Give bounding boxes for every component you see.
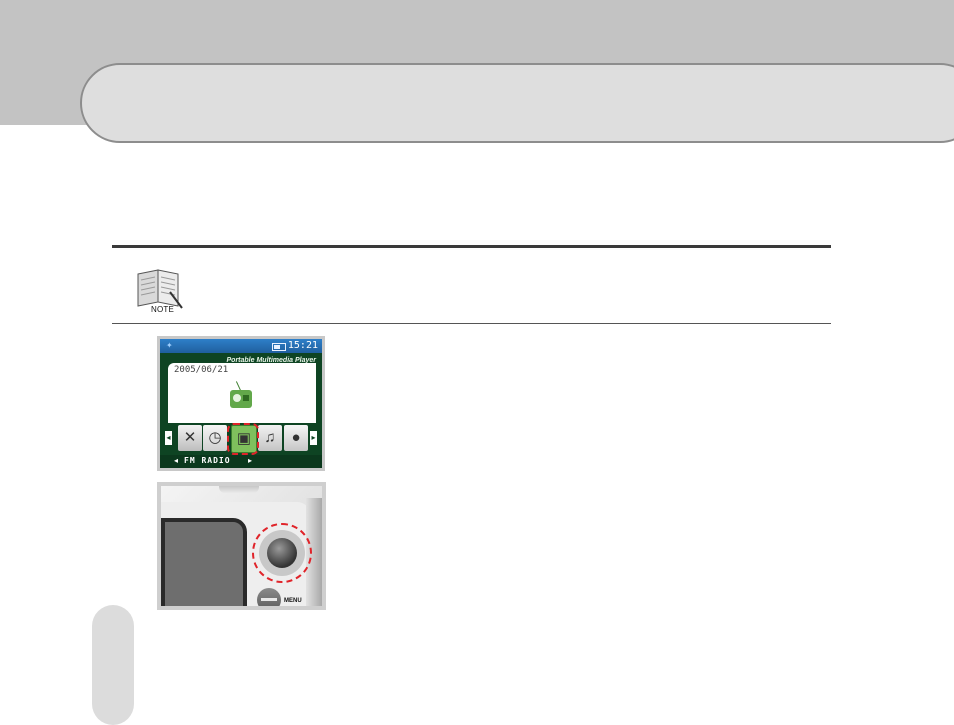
settings-icon[interactable]: ✕ — [178, 425, 202, 451]
joystick-highlight — [252, 523, 312, 583]
menu-label: MENU — [284, 598, 302, 604]
caption-right-arrow: ▸ — [248, 456, 253, 465]
date-display: 2005/06/21 — [174, 365, 229, 375]
menu-icons-row: ◂ ✕ ◷ ▣ ♫ ● ▸ — [162, 423, 320, 455]
menu-caption: FM RADIO — [184, 456, 231, 465]
note-label: NOTE — [151, 305, 175, 314]
clock-icon[interactable]: ◷ — [203, 425, 227, 451]
scroll-left-arrow[interactable]: ◂ — [165, 431, 172, 445]
device-photo-frame: MENU — [161, 486, 322, 606]
music-icon[interactable]: ♫ — [258, 425, 282, 451]
top-button — [219, 486, 259, 493]
chapter-title-bar — [80, 63, 954, 143]
screen-display: ✦ 15:21 Portable Multimedia Player 2005/… — [160, 339, 322, 468]
status-indicator-icon: ✦ — [166, 341, 173, 350]
status-bar: ✦ 15:21 — [160, 339, 322, 353]
device-photo: MENU — [157, 482, 326, 610]
note-bottom-rule — [112, 323, 831, 324]
note-top-rule — [112, 245, 831, 248]
menu-button[interactable] — [257, 588, 281, 606]
menu-caption-bar: ◂ FM RADIO ▸ — [160, 455, 322, 468]
battery-icon — [272, 343, 286, 351]
selection-highlight — [227, 423, 259, 455]
scroll-right-arrow[interactable]: ▸ — [310, 431, 317, 445]
home-panel: 2005/06/21 — [168, 363, 316, 425]
microphone-icon[interactable]: ● — [284, 425, 308, 451]
device-lcd — [161, 518, 247, 606]
fm-radio-large-icon — [230, 390, 252, 408]
caption-left-arrow: ◂ — [174, 456, 179, 465]
page-side-tab — [92, 605, 134, 725]
status-time: 15:21 — [287, 340, 318, 351]
device-screen-image: ✦ 15:21 Portable Multimedia Player 2005/… — [157, 336, 325, 471]
